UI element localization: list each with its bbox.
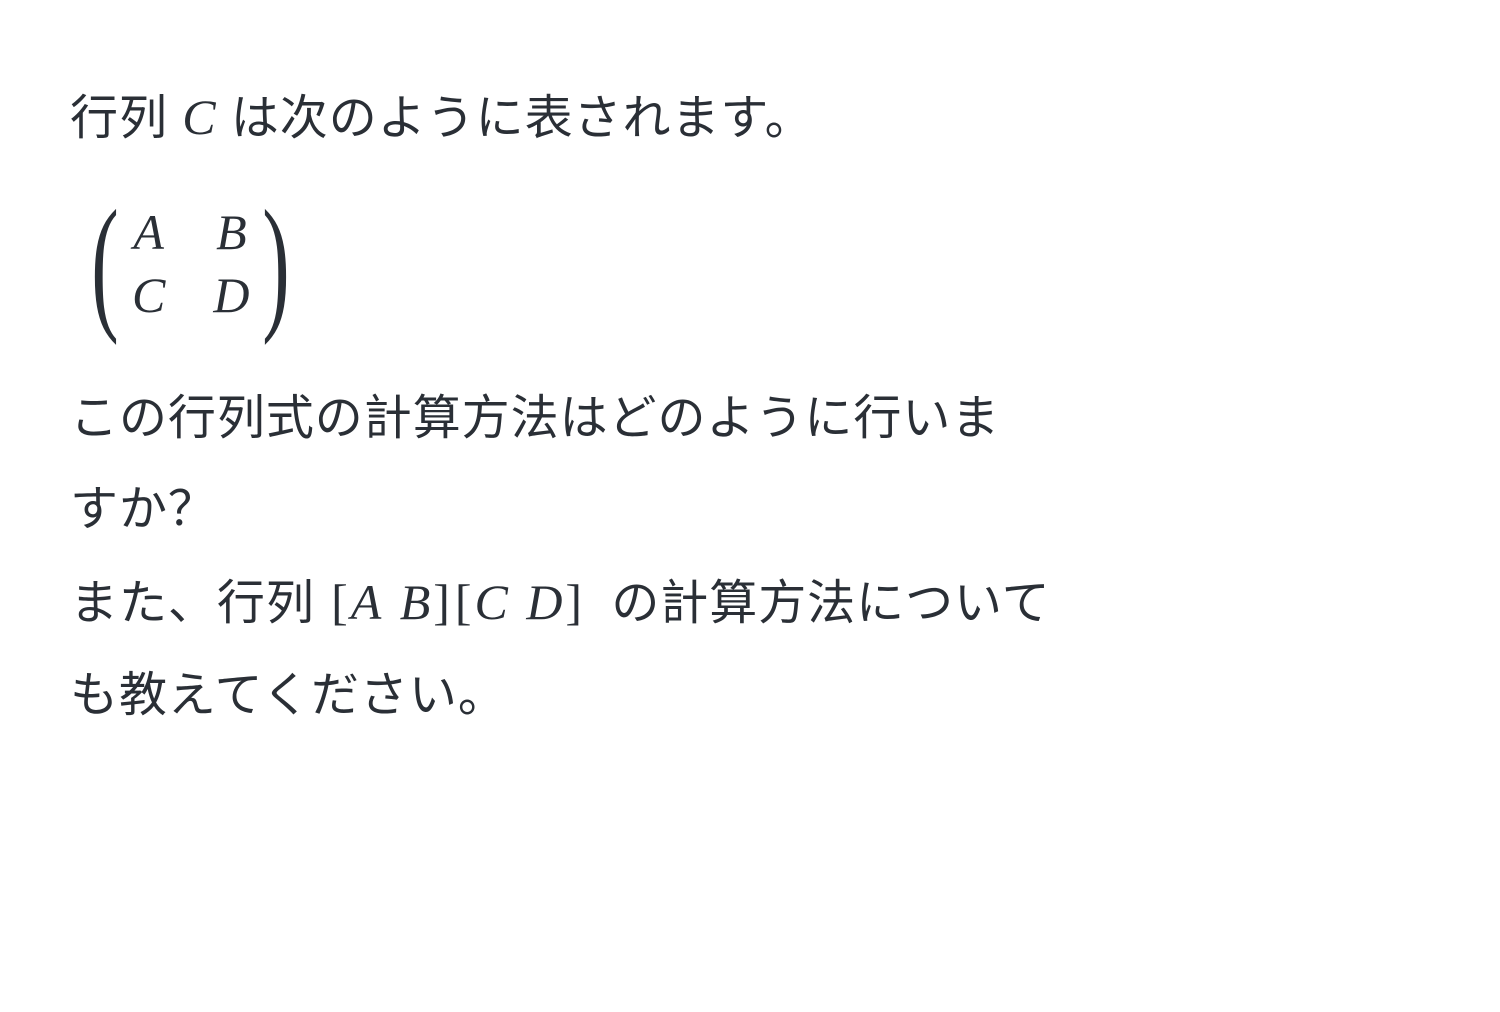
matrix: ( A B C D ) — [80, 200, 301, 328]
bracket-var-a: A — [351, 574, 383, 630]
bracket-open-2: [ — [453, 574, 475, 630]
line3-pre: また、行列 — [70, 577, 329, 630]
document-page: 行列 C は次のように表されます。 ( A B C D ) この行列式の計算方法… — [0, 0, 1500, 741]
matrix-cell-b: B — [213, 205, 249, 260]
paragraph-line-2b: すか？ — [70, 464, 1430, 555]
bracket-group-1: [AB][CD] — [329, 574, 585, 630]
bracket-open-1: [ — [329, 574, 351, 630]
bracket-close-2: ] — [563, 574, 585, 630]
matrix-cell-c: C — [132, 268, 165, 323]
paragraph-line-4: も教えてください。 — [70, 650, 1430, 741]
line1-post: は次のように表されます。 — [217, 92, 814, 145]
bracket-var-c: C — [475, 574, 509, 630]
bracket-var-b: B — [400, 574, 432, 630]
matrix-cell-d: D — [213, 268, 249, 323]
paren-left: ( — [91, 200, 118, 328]
line1-pre: 行列 — [70, 92, 182, 145]
paragraph-line-2a: この行列式の計算方法はどのように行いま — [70, 373, 1430, 464]
math-var-c: C — [182, 89, 216, 145]
line3-post: の計算方法について — [597, 577, 1051, 630]
paragraph-line-1: 行列 C は次のように表されます。 — [70, 70, 1430, 165]
paren-right: ) — [263, 200, 290, 328]
matrix-grid: A B C D — [130, 205, 251, 323]
matrix-display: ( A B C D ) — [80, 200, 1430, 328]
matrix-cell-a: A — [132, 205, 165, 260]
bracket-var-d: D — [526, 574, 563, 630]
paragraph-line-3: また、行列 [AB][CD] の計算方法について — [70, 555, 1430, 650]
bracket-close-1: ] — [431, 574, 453, 630]
